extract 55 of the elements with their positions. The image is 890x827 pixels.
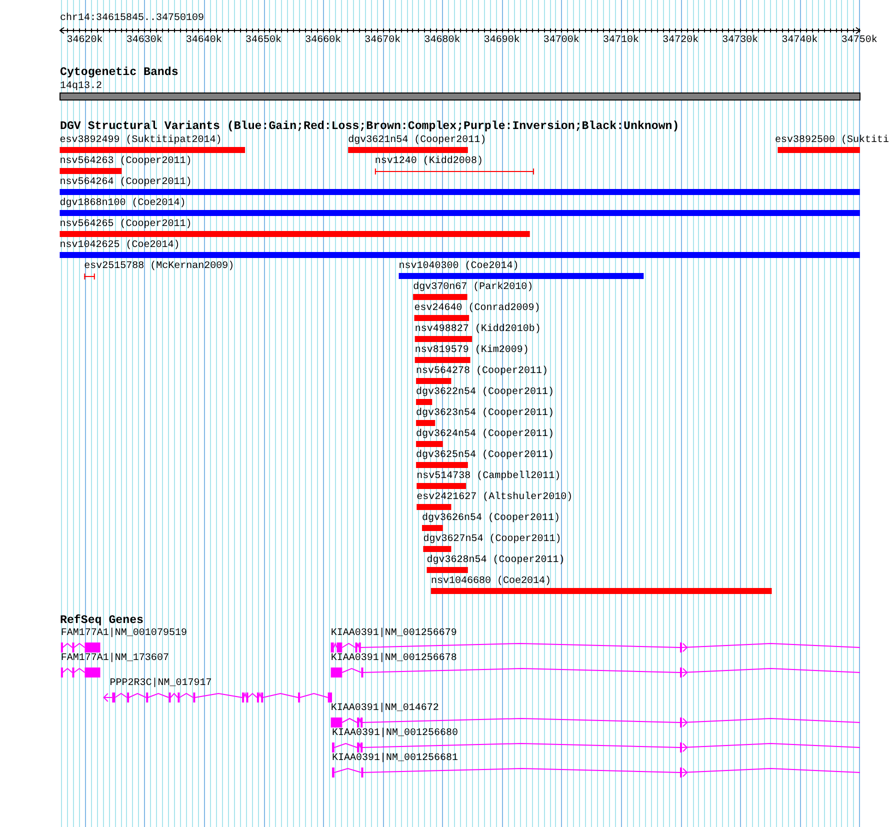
variant-label: nsv498827 (Kidd2010b) <box>414 324 541 336</box>
tick-label: 34670k <box>364 35 401 47</box>
variant-label: esv3892499 (Suktitipat2014) <box>60 135 222 147</box>
variant-label: esv2421627 (Altshuler2010) <box>416 492 573 504</box>
variant-label: nsv1042625 (Coe2014) <box>60 240 180 252</box>
variant-label: dgv3622n54 (Cooper2011) <box>416 387 554 399</box>
variant-label: esv3892500 (Suktiti <box>775 135 890 147</box>
tick-label: 34680k <box>424 35 460 47</box>
tick-label: 34720k <box>662 35 699 47</box>
variant-label: dgv3623n54 (Cooper2011) <box>416 408 554 420</box>
tick-label: 34710k <box>603 35 640 47</box>
variant-label: dgv3626n54 (Cooper2011) <box>422 513 560 525</box>
track-title: RefSeq Genes <box>60 615 144 627</box>
tick-label: 34620k <box>66 35 103 47</box>
variant-label: nsv514738 (Campbell2011) <box>416 471 561 483</box>
variant-label: nsv564264 (Cooper2011) <box>60 177 192 189</box>
gene-label: FAM177A1|NM_173607 <box>60 653 169 665</box>
gene-label: KIAA0391|NM_001256681 <box>332 753 458 765</box>
variant-label: nsv564278 (Cooper2011) <box>416 366 548 378</box>
location-label: chr14:34615845..34750109 <box>60 13 204 25</box>
tick-label: 34730k <box>722 35 758 47</box>
variant-label: esv2515788 (McKernan2009) <box>84 261 234 273</box>
variant-label: dgv3624n54 (Cooper2011) <box>416 429 554 441</box>
gene-label: KIAA0391|NM_001256680 <box>332 728 458 740</box>
variant-label: dgv3628n54 (Cooper2011) <box>426 555 565 567</box>
track-title: Cytogenetic Bands <box>60 67 178 79</box>
gene-label: FAM177A1|NM_001079519 <box>60 628 187 640</box>
tick-label: 34630k <box>126 35 162 47</box>
band-label: 14q13.2 <box>60 81 102 93</box>
tick-label: 34660k <box>305 35 342 47</box>
track-title: DGV Structural Variants (Blue:Gain;Red:Loss;Brown:Complex;Purple:Inversion;Black:Unknown) <box>60 121 680 133</box>
variant-label: dgv370n67 (Park2010) <box>413 282 534 294</box>
variant-label: nsv1046680 (Coe2014) <box>430 576 551 588</box>
variant-label: nsv1240 (Kidd2008) <box>374 156 483 168</box>
tick-label: 34750k <box>841 35 878 47</box>
variant-label: nsv1040300 (Coe2014) <box>398 261 519 273</box>
variant-label: dgv1868n100 (Coe2014) <box>60 198 186 210</box>
variant-label: dgv3625n54 (Cooper2011) <box>416 450 554 462</box>
tick-label: 34700k <box>543 35 580 47</box>
tick-label: 34640k <box>186 35 222 47</box>
variant-label: nsv819579 (Kim2009) <box>414 345 529 357</box>
tick-label: 34650k <box>246 35 282 47</box>
gene-model-drawing <box>60 642 100 652</box>
tick-label: 34740k <box>782 35 818 47</box>
gene-label: KIAA0391|NM_001256679 <box>330 628 457 640</box>
tick-label: 34690k <box>484 35 520 47</box>
variant-label: dgv3621n54 (Cooper2011) <box>348 135 486 147</box>
gene-model-drawing <box>60 668 100 678</box>
gene-label: KIAA0391|NM_014672 <box>330 703 439 715</box>
variant-label: esv24640 (Conrad2009) <box>414 303 540 315</box>
variant-label: nsv564263 (Cooper2011) <box>60 156 192 168</box>
variant-label: dgv3627n54 (Cooper2011) <box>423 534 562 546</box>
gene-label: KIAA0391|NM_001256678 <box>330 653 457 665</box>
gene-label: PPP2R3C|NM_017917 <box>110 678 212 690</box>
variant-label: nsv564265 (Cooper2011) <box>60 219 192 231</box>
